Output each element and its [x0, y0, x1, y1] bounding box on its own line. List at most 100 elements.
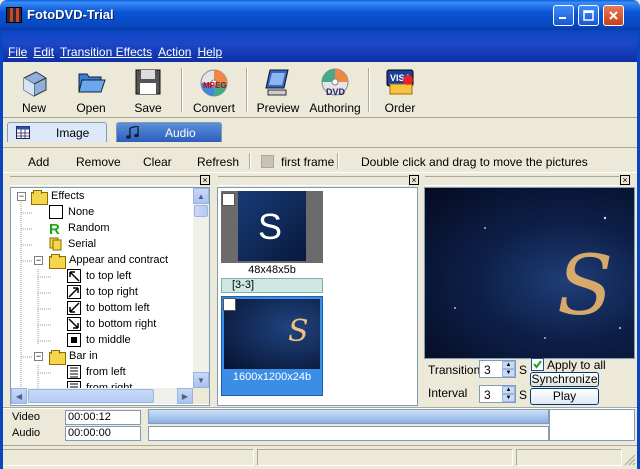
tree-collapse-toggle[interactable]: − — [17, 192, 26, 201]
tree-node-label: Bar in — [69, 350, 98, 362]
thumbnail-checkbox[interactable] — [223, 298, 236, 311]
menu-edit[interactable]: Edit — [33, 43, 54, 61]
convert-button[interactable]: MPEG Convert — [189, 64, 239, 116]
floppy-disk-icon — [132, 66, 164, 98]
thumbnail-item-selected[interactable]: S 1600x1200x24b — [221, 296, 323, 396]
spin-up-button[interactable]: ▲ — [502, 361, 515, 369]
tree-node-appear-contract[interactable]: Appear and contract — [49, 252, 169, 269]
scroll-right-button[interactable]: ▶ — [177, 388, 193, 404]
interval-label: Interval — [428, 386, 468, 400]
interval-unit: S — [519, 388, 528, 402]
transition-unit: S — [519, 363, 528, 377]
tree-node-label: Random — [68, 222, 110, 234]
resize-grip-icon[interactable] — [624, 454, 636, 466]
thumbs-panel-close[interactable]: × — [409, 175, 419, 185]
tab-audio[interactable]: Audio — [116, 122, 222, 142]
tree-node-serial[interactable]: Serial — [49, 236, 96, 252]
image-action-bar: Add Remove Clear Refresh first frame Dou… — [0, 147, 640, 173]
add-button[interactable]: Add — [28, 155, 49, 169]
new-button[interactable]: New — [9, 64, 59, 116]
tree-vertical-scrollbar[interactable]: ▲ ▼ — [193, 188, 209, 388]
scroll-down-button[interactable]: ▼ — [193, 372, 209, 388]
close-button[interactable] — [603, 5, 624, 26]
thumbnail-image: S — [224, 299, 320, 369]
spin-down-button[interactable]: ▼ — [502, 394, 515, 402]
preview-panel-close[interactable]: × — [620, 175, 630, 185]
tab-image-label: Image — [56, 125, 90, 140]
title-bar[interactable]: FotoDVD-Trial — [0, 0, 640, 30]
tab-image[interactable]: Image — [7, 122, 107, 142]
tree-node-to-bottom-left[interactable]: to bottom left — [67, 300, 150, 316]
tree-node-label: to top right — [86, 286, 138, 298]
scroll-thumb[interactable] — [28, 389, 154, 403]
folder-icon — [49, 253, 66, 269]
transition-label: Transition — [428, 363, 481, 377]
menu-help[interactable]: Help — [197, 43, 222, 61]
video-track[interactable] — [148, 409, 549, 424]
synchronize-button[interactable]: Synchronize — [530, 372, 599, 387]
clear-button[interactable]: Clear — [143, 155, 172, 169]
window-title: FotoDVD-Trial — [27, 7, 114, 22]
window-border-left — [0, 30, 3, 469]
menu-transition-effects[interactable]: Transition Effects — [60, 43, 152, 61]
spin-down-button[interactable]: ▼ — [502, 369, 515, 377]
first-frame-checkbox[interactable] — [261, 155, 274, 168]
arrow-top-right-icon — [67, 285, 81, 299]
thumbnail-size-label: 1600x1200x24b — [232, 371, 312, 383]
apply-to-all-label: Apply to all — [547, 358, 606, 372]
transition-spinner[interactable]: 3 ▲ ▼ — [479, 360, 516, 378]
apply-to-all-checkbox[interactable] — [531, 358, 544, 371]
open-button[interactable]: Open — [66, 64, 116, 116]
tree-node-from-left[interactable]: from left — [67, 364, 126, 380]
serial-effect-icon — [49, 237, 62, 251]
tree-collapse-toggle[interactable]: − — [34, 352, 43, 361]
thumbnail-size-label: 48x48x5b — [221, 263, 323, 278]
arrow-bottom-right-icon — [67, 317, 81, 331]
svg-text:R: R — [49, 221, 60, 235]
effects-tree: − Effects None R Random Serial − Appear … — [11, 188, 209, 392]
transition-value: 3 — [484, 363, 491, 377]
tree-node-to-bottom-right[interactable]: to bottom right — [67, 316, 156, 332]
thumbnail-caption: [3-3] — [221, 278, 323, 293]
menu-file[interactable]: File — [8, 43, 27, 61]
authoring-button[interactable]: DVD Authoring — [309, 64, 361, 116]
menu-action[interactable]: Action — [158, 43, 191, 61]
tree-node-to-top-left[interactable]: to top left — [67, 268, 131, 284]
app-icon — [6, 7, 22, 23]
menu-bar: File Edit Transition Effects Action Help — [0, 43, 640, 62]
tree-collapse-toggle[interactable]: − — [34, 256, 43, 265]
tree-node-none[interactable]: None — [49, 204, 94, 220]
tree-horizontal-scrollbar[interactable]: ◀ ▶ — [11, 388, 193, 404]
tree-node-random[interactable]: R Random — [49, 220, 110, 236]
tree-node-label: from left — [86, 366, 126, 378]
scroll-left-button[interactable]: ◀ — [11, 388, 27, 404]
preview-panel-header — [425, 176, 619, 186]
maximize-button[interactable] — [578, 5, 599, 26]
remove-button[interactable]: Remove — [76, 155, 121, 169]
scroll-up-button[interactable]: ▲ — [193, 188, 209, 204]
tree-node-to-middle[interactable]: to middle — [67, 332, 131, 348]
open-folder-icon — [75, 66, 107, 98]
minimize-button[interactable] — [553, 5, 574, 26]
tree-node-effects[interactable]: Effects — [31, 188, 84, 205]
refresh-button[interactable]: Refresh — [197, 155, 239, 169]
tree-node-to-top-right[interactable]: to top right — [67, 284, 138, 300]
tree-node-label: Appear and contract — [69, 254, 169, 266]
effects-panel-close[interactable]: × — [200, 175, 210, 185]
audio-track[interactable] — [148, 426, 549, 441]
first-frame-label: first frame — [281, 155, 335, 169]
tree-node-label: to middle — [86, 334, 131, 346]
tree-node-bar-in[interactable]: Bar in — [49, 348, 98, 365]
play-button[interactable]: Play — [530, 388, 599, 405]
thumbnail-item[interactable]: S 48x48x5b [3-3] — [221, 191, 323, 293]
preview-button[interactable]: Preview — [253, 64, 303, 116]
preview-monitor-icon — [262, 66, 294, 98]
thumbnail-checkbox[interactable] — [222, 193, 235, 206]
order-button[interactable]: VISA Order — [375, 64, 425, 116]
interval-spinner[interactable]: 3 ▲ ▼ — [479, 385, 516, 403]
save-button[interactable]: Save — [123, 64, 173, 116]
spin-up-button[interactable]: ▲ — [502, 386, 515, 394]
scroll-thumb[interactable] — [194, 205, 208, 217]
authoring-label: Authoring — [309, 101, 361, 115]
image-grid-icon — [16, 126, 30, 139]
